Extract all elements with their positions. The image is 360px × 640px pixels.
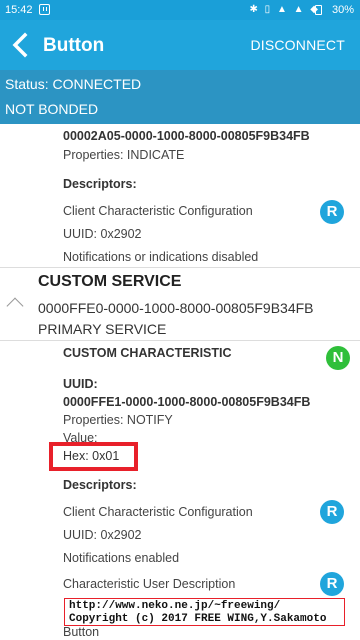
hex-highlight-box <box>49 442 138 471</box>
app-bar: Button DISCONNECT <box>0 20 360 70</box>
bond-status: NOT BONDED <box>5 101 99 117</box>
chevron-up-icon[interactable] <box>6 297 24 315</box>
service-uuid: 0000FFE0-0000-1000-8000-00805F9B34FB <box>38 300 314 316</box>
service-name: CUSTOM SERVICE <box>38 273 182 290</box>
notification-icon <box>39 4 50 15</box>
characteristic-properties: Properties: NOTIFY <box>63 413 173 427</box>
descriptor-name: Client Characteristic Configuration <box>63 505 253 519</box>
battery-level: 30% <box>331 4 354 16</box>
descriptor-name: Client Characteristic Configuration <box>63 204 253 218</box>
back-arrow-icon[interactable] <box>10 32 30 58</box>
descriptor-uuid: UUID: 0x2902 <box>63 227 142 241</box>
divider <box>0 267 360 268</box>
connection-status: Status: CONNECTED <box>5 76 142 92</box>
copyright-text: Copyright (c) 2017 FREE WING,Y.Sakamoto <box>69 613 327 625</box>
divider <box>0 340 360 341</box>
status-bar: 15:42 ✱ ▯ ▲ ▲ ◆ 30% <box>0 0 360 20</box>
copyright-overlay: http://www.neko.ne.jp/~freewing/ Copyrig… <box>64 598 345 626</box>
characteristic-name: CUSTOM CHARACTERISTIC <box>63 346 232 360</box>
notify-icon[interactable]: N <box>326 346 350 370</box>
system-icons: ✱ ▯ ▲ ▲ ◆ <box>249 4 320 15</box>
descriptors-label: Descriptors: <box>63 177 137 191</box>
characteristic-uuid: 00002A05-0000-1000-8000-00805F9B34FB <box>63 129 310 143</box>
descriptor-value: Notifications or indications disabled <box>63 250 259 264</box>
descriptor-uuid: UUID: 0x2902 <box>63 528 142 542</box>
copyright-url: http://www.neko.ne.jp/~freewing/ <box>69 600 281 612</box>
connection-status-panel: Status: CONNECTED NOT BONDED <box>0 70 360 124</box>
descriptor-name: Characteristic User Description <box>63 577 236 591</box>
read-icon[interactable]: R <box>320 200 344 224</box>
descriptors-label: Descriptors: <box>63 478 137 492</box>
battery-icon <box>315 5 322 15</box>
characteristic-properties: Properties: INDICATE <box>63 148 185 162</box>
service-type: PRIMARY SERVICE <box>38 321 167 337</box>
descriptor-value: Notifications enabled <box>63 551 180 565</box>
read-icon[interactable]: R <box>320 500 344 524</box>
descriptor-value: Button <box>63 625 100 639</box>
read-icon[interactable]: R <box>320 572 344 596</box>
page-title: Button <box>43 35 105 56</box>
disconnect-button[interactable]: DISCONNECT <box>250 37 345 53</box>
characteristic-uuid: 0000FFE1-0000-1000-8000-00805F9B34FB <box>63 395 311 409</box>
uuid-label: UUID: <box>63 377 98 391</box>
clock: 15:42 <box>5 4 33 16</box>
